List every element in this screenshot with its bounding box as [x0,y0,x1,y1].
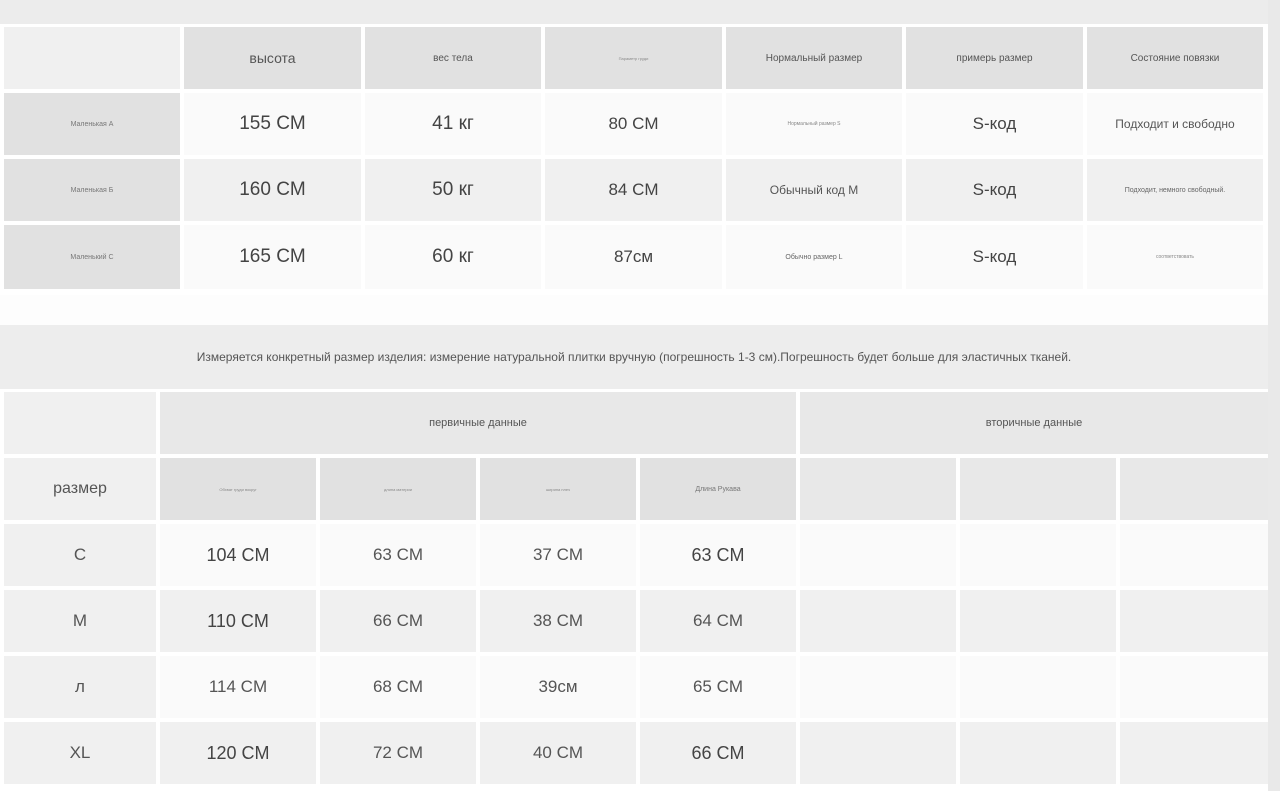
secondary-empty-cell [800,656,956,718]
header-height: высота [184,27,361,89]
state-value: соответствовать [1087,225,1263,289]
shoulder-value: 37 CM [480,524,636,586]
size-column-header: размер [4,458,156,520]
normal-size-value: Обычно размер L [726,225,902,289]
state-value: Подходит и свободно [1087,93,1263,155]
chest-value: 104 CM [160,524,316,586]
sleeve-value: 66 CM [640,722,796,784]
secondary-empty-cell [1120,590,1268,652]
chest-value: 120 CM [160,722,316,784]
secondary-empty-cell [800,524,956,586]
header-normal-size: Нормальный размер [726,27,902,89]
height-value: 155 CM [184,93,361,155]
try-size-value: S-код [906,225,1083,289]
weight-value: 41 кг [365,93,541,155]
row-label: Маленькая Б [4,159,180,221]
chest-value: 114 CM [160,656,316,718]
secondary-empty-cell [960,524,1116,586]
chest-value: 84 CM [545,159,722,221]
normal-size-value: Нормальный размер S [726,93,902,155]
corner-cell [4,392,156,454]
row-label: Маленькая A [4,93,180,155]
size-cell: M [4,590,156,652]
secondary-empty-cell [960,722,1116,784]
body-size-table: высота вес тела Параметр груди Нормальны… [4,27,1263,289]
length-value: 68 CM [320,656,476,718]
section-separator [0,295,1268,325]
secondary-empty-cell [960,590,1116,652]
weight-value: 50 кг [365,159,541,221]
secondary-empty-cell [1120,722,1268,784]
top-band [0,0,1280,24]
height-value: 165 CM [184,225,361,289]
header-try-size: примерь размер [906,27,1083,89]
header-weight: вес тела [365,27,541,89]
measurement-note: Измеряется конкретный размер изделия: из… [0,325,1268,389]
sleeve-value: 63 CM [640,524,796,586]
length-value: 66 CM [320,590,476,652]
shoulder-value: 39см [480,656,636,718]
header-chest: Параметр груди [545,27,722,89]
shoulder-column-header: ширина плеч [480,458,636,520]
state-value: Подходит, немного свободный. [1087,159,1263,221]
row-label: Маленький C [4,225,180,289]
chest-value: 110 CM [160,590,316,652]
header-bandage-state: Состояние повязки [1087,27,1263,89]
sleeve-value: 65 CM [640,656,796,718]
corner-cell [4,27,180,89]
secondary-empty-cell [800,722,956,784]
normal-size-value: Обычный код M [726,159,902,221]
chest-value: 87см [545,225,722,289]
chest-column-header: Обхват груди вокруг [160,458,316,520]
try-size-value: S-код [906,159,1083,221]
height-value: 160 CM [184,159,361,221]
weight-value: 60 кг [365,225,541,289]
length-value: 63 CM [320,524,476,586]
secondary-empty-header [960,458,1116,520]
sleeve-value: 64 CM [640,590,796,652]
secondary-empty-cell [800,590,956,652]
sleeve-column-header: Длина Рукава [640,458,796,520]
secondary-empty-header [800,458,956,520]
right-edge-bar [1268,0,1280,791]
size-cell: C [4,524,156,586]
shoulder-value: 40 CM [480,722,636,784]
primary-data-header: первичные данные [160,392,796,454]
length-column-header: длина материи [320,458,476,520]
secondary-empty-cell [1120,656,1268,718]
shoulder-value: 38 CM [480,590,636,652]
secondary-empty-cell [960,656,1116,718]
try-size-value: S-код [906,93,1083,155]
size-cell: XL [4,722,156,784]
secondary-empty-header [1120,458,1268,520]
size-cell: л [4,656,156,718]
secondary-empty-cell [1120,524,1268,586]
chest-value: 80 CM [545,93,722,155]
length-value: 72 CM [320,722,476,784]
garment-measure-table: первичные данные вторичные данные размер… [4,392,1268,784]
secondary-data-header: вторичные данные [800,392,1268,454]
